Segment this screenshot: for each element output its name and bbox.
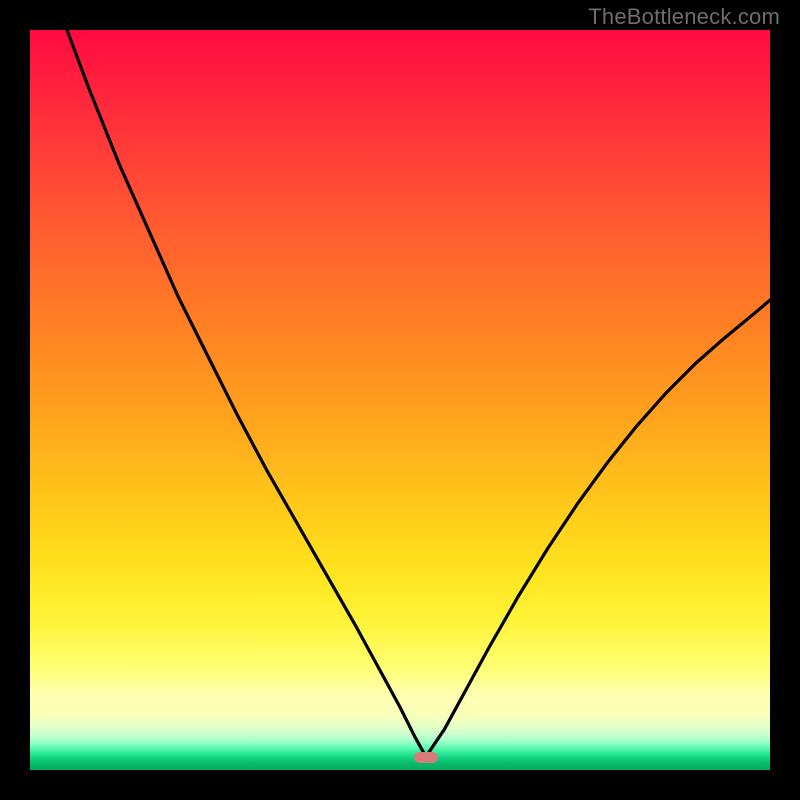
watermark-text: TheBottleneck.com <box>588 4 780 30</box>
curve-path <box>67 30 770 757</box>
bottleneck-curve <box>30 30 770 770</box>
optimum-marker <box>414 752 438 763</box>
outer-frame: TheBottleneck.com <box>0 0 800 800</box>
plot-area <box>30 30 770 770</box>
